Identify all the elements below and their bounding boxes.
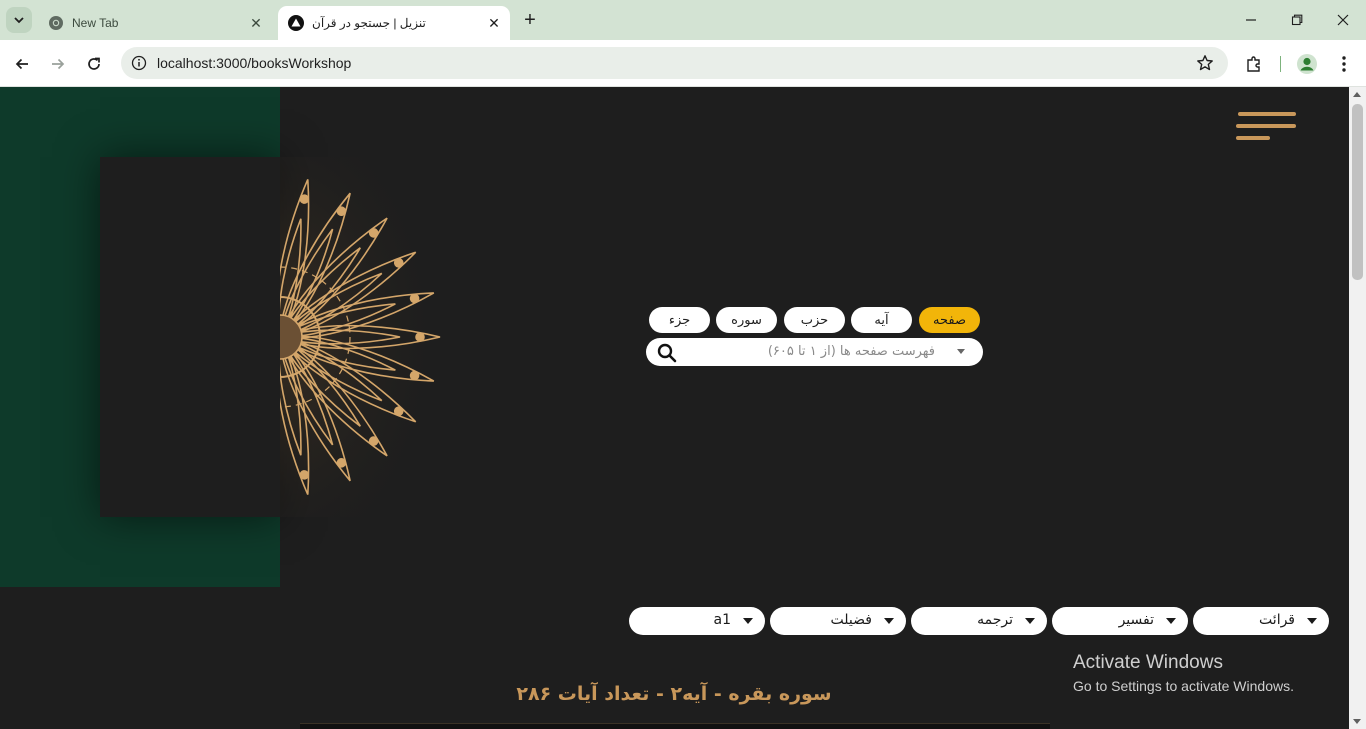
page-scrollbar[interactable] xyxy=(1349,87,1366,729)
address-bar[interactable]: localhost:3000/booksWorkshop xyxy=(121,47,1228,79)
avatar-icon xyxy=(1297,54,1317,74)
dropdown-label: ترجمه xyxy=(977,612,1013,628)
recitation-dropdown[interactable]: قرائت xyxy=(1193,607,1329,635)
back-button[interactable] xyxy=(8,50,36,78)
scroll-up-arrow-icon[interactable] xyxy=(1353,92,1361,97)
search-mode-selector: صفحه آیه حزب سوره جزء xyxy=(649,307,980,333)
toolbar-divider xyxy=(1280,56,1281,72)
reload-icon xyxy=(88,57,100,70)
bookmark-star-icon[interactable] xyxy=(1196,54,1214,72)
close-tab-icon[interactable]: ✕ xyxy=(246,13,266,33)
search-icon[interactable] xyxy=(656,342,678,364)
browser-menu-button[interactable] xyxy=(1332,52,1356,76)
site-info-icon[interactable] xyxy=(131,55,147,71)
menu-line xyxy=(1236,124,1296,128)
dropdown-label: فضیلت xyxy=(830,612,872,628)
kebab-menu-icon xyxy=(1342,56,1346,72)
tab-tanzil[interactable]: تنزیل | جستجو در قرآن ✕ xyxy=(278,6,510,40)
puzzle-icon xyxy=(1247,56,1260,72)
profile-button[interactable] xyxy=(1295,52,1319,76)
book-cover-card xyxy=(100,157,280,517)
caret-down-icon xyxy=(743,618,753,624)
resource-dropdowns: قرائت تفسیر ترجمه فضیلت a1 xyxy=(629,607,1329,635)
caret-down-icon xyxy=(1307,618,1317,624)
close-window-button[interactable] xyxy=(1320,0,1366,40)
minimize-button[interactable] xyxy=(1228,0,1274,40)
url-text[interactable]: localhost:3000/booksWorkshop xyxy=(157,55,351,71)
menu-line xyxy=(1238,112,1296,116)
arrow-left-icon xyxy=(15,58,28,70)
watermark-title: Activate Windows xyxy=(1073,652,1223,673)
dropdown-label: قرائت xyxy=(1259,612,1295,628)
extensions-button[interactable] xyxy=(1242,52,1266,76)
browser-toolbar: localhost:3000/booksWorkshop xyxy=(0,40,1366,87)
menu-line xyxy=(1236,136,1270,140)
content-strip xyxy=(300,723,1050,729)
search-placeholder: فهرست صفحه ها (از ۱ تا ۶۰۵) xyxy=(767,344,935,359)
virtue-dropdown[interactable]: فضیلت xyxy=(770,607,906,635)
mode-surah-button[interactable]: سوره xyxy=(716,307,777,333)
mode-page-button[interactable]: صفحه xyxy=(919,307,980,333)
chevron-down-icon xyxy=(14,17,24,24)
mode-juz-button[interactable]: جزء xyxy=(649,307,710,333)
mode-label: آیه xyxy=(874,312,889,328)
mode-label: سوره xyxy=(731,312,762,328)
close-tab-icon[interactable]: ✕ xyxy=(484,13,504,33)
chrome-icon xyxy=(49,16,63,30)
arrow-right-icon xyxy=(52,58,65,70)
translation-dropdown[interactable]: ترجمه xyxy=(911,607,1047,635)
restore-icon xyxy=(1291,14,1303,26)
caret-down-icon xyxy=(1025,618,1035,624)
restore-button[interactable] xyxy=(1274,0,1320,40)
tab-strip: New Tab ✕ تنزیل | جستجو در قرآن ✕ + xyxy=(0,0,1366,40)
watermark-subtitle: Go to Settings to activate Windows. xyxy=(1073,678,1294,694)
reciter-dropdown[interactable]: a1 xyxy=(629,607,765,635)
forward-button[interactable] xyxy=(44,50,72,78)
mode-label: جزء xyxy=(668,312,691,328)
page-content: صفحه آیه حزب سوره جزء فهرست صفحه ها (از … xyxy=(0,87,1349,729)
caret-down-icon xyxy=(1166,618,1176,624)
mode-label: حزب xyxy=(800,312,829,328)
mode-hizb-button[interactable]: حزب xyxy=(784,307,845,333)
windows-activation-watermark: Activate Windows Go to Settings to activ… xyxy=(1073,652,1294,694)
surah-heading: سوره بقره - آیه۲ - تعداد آیات ۲۸۶ xyxy=(516,683,832,705)
tab-title: New Tab xyxy=(72,16,119,30)
hamburger-menu-button[interactable] xyxy=(1236,111,1296,143)
reload-button[interactable] xyxy=(80,50,108,78)
dropdown-label: تفسیر xyxy=(1118,612,1154,628)
tab-search-button[interactable] xyxy=(6,7,32,33)
mode-label: صفحه xyxy=(933,312,966,328)
new-tab-button[interactable]: + xyxy=(518,9,542,33)
dropdown-caret-icon[interactable] xyxy=(957,349,965,354)
caret-down-icon xyxy=(884,618,894,624)
scrollbar-thumb[interactable] xyxy=(1352,104,1363,280)
scroll-down-arrow-icon[interactable] xyxy=(1353,719,1361,724)
triangle-logo-icon xyxy=(288,15,304,31)
tab-new-tab[interactable]: New Tab ✕ xyxy=(38,6,272,40)
mode-verse-button[interactable]: آیه xyxy=(851,307,912,333)
minimize-icon xyxy=(1246,19,1256,21)
dropdown-label: a1 xyxy=(713,612,732,628)
close-icon xyxy=(1337,14,1349,26)
page-search-select[interactable]: فهرست صفحه ها (از ۱ تا ۶۰۵) xyxy=(646,338,983,366)
mandala-decoration xyxy=(280,157,520,517)
tafsir-dropdown[interactable]: تفسیر xyxy=(1052,607,1188,635)
tab-title: تنزیل | جستجو در قرآن xyxy=(312,16,426,30)
